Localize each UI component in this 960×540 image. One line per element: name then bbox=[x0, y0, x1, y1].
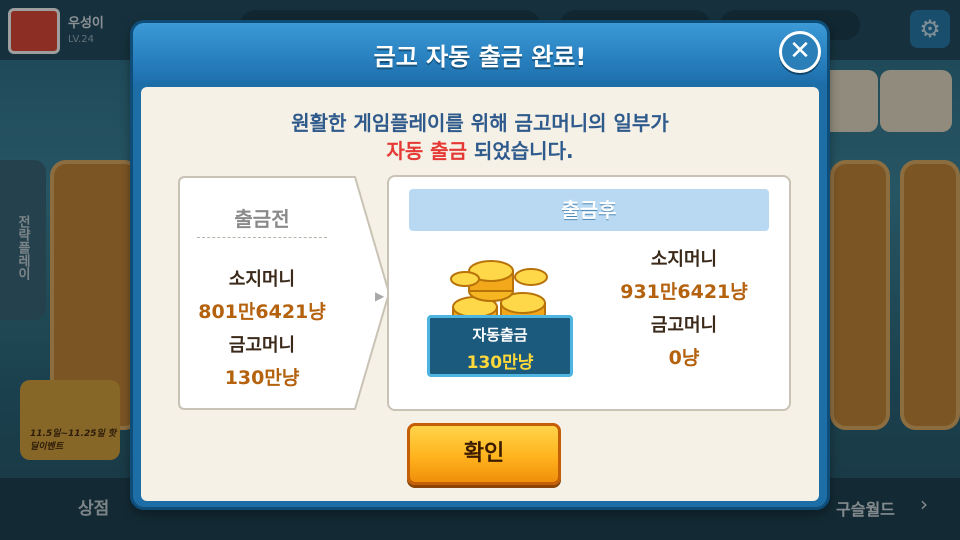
auto-withdraw-label: 자동출금 bbox=[472, 326, 528, 344]
message-highlight: 자동 출금 bbox=[386, 139, 467, 163]
after-vault-value: 0냥 bbox=[668, 347, 700, 369]
after-vault-label: 금고머니 bbox=[650, 315, 718, 336]
message-line-2: 자동 출금 되었습니다. bbox=[141, 135, 819, 164]
dialog-header: 금고 자동 출금 완료! ✕ bbox=[133, 23, 827, 83]
divider bbox=[197, 237, 327, 238]
dialog-body: 원활한 게임플레이를 위해 금고머니의 일부가 자동 출금 되었습니다. 출금전… bbox=[141, 87, 819, 501]
before-vault-value: 130만냥 bbox=[224, 367, 300, 389]
after-holding-label: 소지머니 bbox=[650, 249, 718, 270]
arrow-right-icon: ▶ bbox=[375, 289, 385, 303]
before-holding-label: 소지머니 bbox=[228, 269, 296, 290]
vault-withdraw-dialog: 금고 자동 출금 완료! ✕ 원활한 게임플레이를 위해 금고머니의 일부가 자… bbox=[130, 20, 830, 510]
confirm-button[interactable]: 확인 bbox=[407, 423, 561, 485]
dialog-title: 금고 자동 출금 완료! bbox=[373, 43, 587, 71]
after-panel: 출금후 자동출금 130만냥 소지머니 931만6421냥 금고머니 0냥 bbox=[387, 175, 791, 411]
before-title: 출금전 bbox=[234, 207, 290, 231]
before-panel: 출금전 소지머니 801만6421냥 금고머니 130만냥 bbox=[177, 175, 391, 411]
message-line-1: 원활한 게임플레이를 위해 금고머니의 일부가 bbox=[291, 111, 669, 135]
after-title: 출금후 bbox=[409, 189, 769, 231]
auto-withdraw-value: 130만냥 bbox=[466, 353, 534, 373]
before-holding-value: 801만6421냥 bbox=[198, 301, 326, 323]
message-rest: 되었습니다. bbox=[467, 139, 574, 163]
before-vault-label: 금고머니 bbox=[228, 335, 296, 356]
after-holding-value: 931만6421냥 bbox=[620, 281, 748, 303]
auto-withdraw-box: 자동출금 130만냥 bbox=[427, 315, 573, 377]
close-icon[interactable]: ✕ bbox=[779, 31, 821, 73]
